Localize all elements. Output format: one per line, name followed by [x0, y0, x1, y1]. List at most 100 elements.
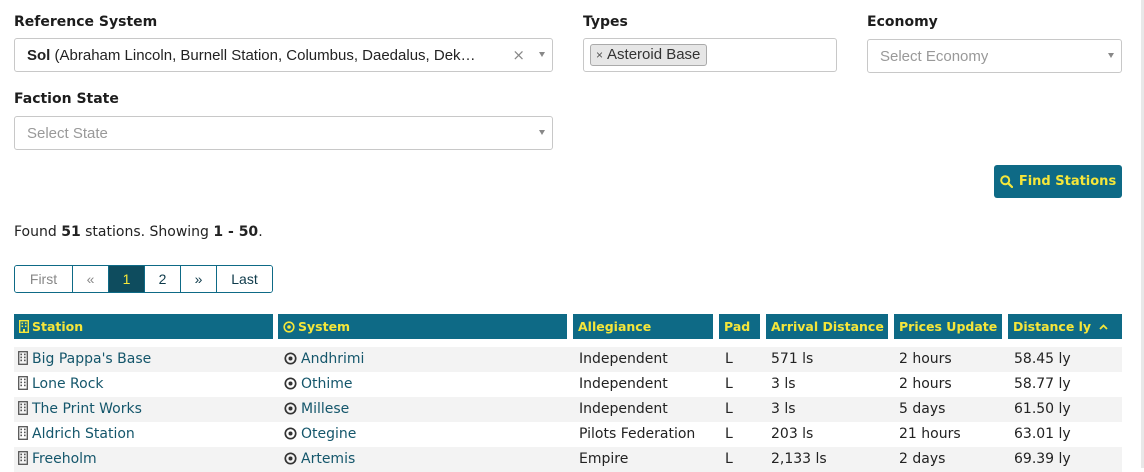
arrival-cell: 3 ls: [771, 401, 796, 417]
results-summary: Found 51 stations. Showing 1 - 50.: [14, 224, 263, 240]
pad-cell: L: [725, 351, 733, 367]
pad-cell: L: [725, 401, 733, 417]
station-name: Big Pappa's Base: [32, 351, 152, 367]
sort-asc-icon: [1099, 324, 1109, 330]
results-prefix: Found: [14, 224, 62, 240]
arrival-cell: 203 ls: [771, 426, 814, 442]
page-first[interactable]: First: [15, 266, 73, 292]
column-header-arrival-label: Arrival Distance: [771, 319, 884, 334]
economy-label: Economy: [867, 14, 938, 30]
reference-system-value: Sol (Abraham Lincoln, Burnell Station, C…: [27, 47, 517, 64]
column-header-distance[interactable]: Distance ly: [1008, 314, 1122, 339]
chevron-down-icon[interactable]: [539, 52, 545, 57]
system-name: Artemis: [301, 451, 356, 467]
system-link[interactable]: Artemis: [284, 447, 355, 472]
station-name: Freeholm: [32, 451, 97, 467]
target-icon: [284, 427, 297, 440]
economy-select[interactable]: Select Economy: [867, 39, 1122, 73]
allegiance-cell: Independent: [579, 376, 668, 392]
system-link[interactable]: Otegine: [284, 422, 356, 447]
column-header-arrival[interactable]: Arrival Distance: [766, 314, 888, 339]
results-range: 1 - 50: [213, 224, 259, 240]
station-link[interactable]: Aldrich Station: [18, 422, 135, 447]
arrival-cell: 2,133 ls: [771, 451, 827, 467]
faction-state-label: Faction State: [14, 91, 119, 107]
distance-cell: 61.50 ly: [1014, 401, 1071, 417]
column-header-prices-label: Prices Update: [899, 319, 998, 334]
column-header-allegiance-label: Allegiance: [578, 319, 652, 334]
chevron-down-icon[interactable]: [1108, 53, 1114, 58]
types-tag[interactable]: × Asteroid Base: [590, 44, 708, 66]
column-header-prices[interactable]: Prices Update: [894, 314, 1002, 339]
prices-update-cell: 2 hours: [899, 376, 952, 392]
pagination: First « 1 2 » Last: [14, 265, 273, 293]
distance-cell: 58.45 ly: [1014, 351, 1071, 367]
column-header-station[interactable]: Station: [14, 314, 273, 339]
distance-cell: 58.77 ly: [1014, 376, 1071, 392]
column-header-allegiance[interactable]: Allegiance: [573, 314, 713, 339]
find-stations-button[interactable]: Find Stations: [994, 165, 1122, 198]
system-link[interactable]: Andhrimi: [284, 347, 364, 372]
clear-selection-icon[interactable]: ×: [512, 46, 525, 64]
table-row: The Print Works Millese Independent L 3 ls 5 …: [14, 397, 1122, 422]
find-stations-label: Find Stations: [1018, 174, 1117, 189]
system-name: Andhrimi: [301, 351, 365, 367]
types-tag-label: Asteroid Base: [607, 46, 701, 63]
prices-update-cell: 21 hours: [899, 426, 961, 442]
results-middle: stations. Showing: [80, 224, 214, 240]
system-link[interactable]: Millese: [284, 397, 349, 422]
distance-cell: 63.01 ly: [1014, 426, 1071, 442]
station-link[interactable]: Lone Rock: [18, 372, 104, 397]
system-link[interactable]: Othime: [284, 372, 353, 397]
reference-system-select[interactable]: Sol (Abraham Lincoln, Burnell Station, C…: [14, 38, 553, 72]
allegiance-cell: Independent: [579, 401, 668, 417]
results-count: 51: [61, 224, 81, 240]
prices-update-cell: 2 days: [899, 451, 946, 467]
types-select[interactable]: × Asteroid Base: [583, 38, 837, 72]
station-name: Aldrich Station: [32, 426, 135, 442]
target-icon: [284, 402, 297, 415]
page-last[interactable]: Last: [217, 266, 272, 292]
building-icon: [18, 426, 28, 440]
target-icon: [283, 321, 295, 333]
page-2[interactable]: 2: [145, 266, 181, 292]
remove-tag-icon[interactable]: ×: [596, 48, 603, 62]
column-header-pad[interactable]: Pad: [719, 314, 760, 339]
column-header-pad-label: Pad: [724, 319, 751, 334]
station-link[interactable]: Freeholm: [18, 447, 97, 472]
economy-placeholder: Select Economy: [880, 48, 989, 65]
building-icon: [18, 376, 28, 390]
prices-update-cell: 5 days: [899, 401, 946, 417]
building-icon: [18, 401, 28, 415]
types-label: Types: [583, 14, 628, 30]
column-header-station-label: Station: [32, 319, 84, 334]
building-icon: [18, 351, 28, 365]
system-name: Otegine: [301, 426, 357, 442]
results-suffix: .: [258, 224, 263, 240]
page-prev[interactable]: «: [73, 266, 109, 292]
table-row: Big Pappa's Base Andhrimi Independent L 571 …: [14, 347, 1122, 372]
station-link[interactable]: The Print Works: [18, 397, 142, 422]
prices-update-cell: 2 hours: [899, 351, 952, 367]
station-name: Lone Rock: [32, 376, 104, 392]
pad-cell: L: [725, 426, 733, 442]
table-row: Aldrich Station Otegine Pilots Federation L…: [14, 422, 1122, 447]
station-link[interactable]: Big Pappa's Base: [18, 347, 151, 372]
faction-state-placeholder: Select State: [27, 125, 108, 142]
reference-system-value-secondary: (Abraham Lincoln, Burnell Station, Colum…: [50, 47, 476, 64]
page-next[interactable]: »: [181, 266, 217, 292]
column-header-system[interactable]: System: [278, 314, 567, 339]
reference-system-value-primary: Sol: [27, 47, 51, 64]
arrival-cell: 3 ls: [771, 376, 796, 392]
arrival-cell: 571 ls: [771, 351, 814, 367]
faction-state-select[interactable]: Select State: [14, 116, 553, 150]
table-row: Lone Rock Othime Independent L 3 ls 2 hours 58…: [14, 372, 1122, 397]
search-icon: [1000, 175, 1013, 188]
station-name: The Print Works: [32, 401, 142, 417]
distance-cell: 69.39 ly: [1014, 451, 1071, 467]
page-1[interactable]: 1: [109, 266, 145, 292]
allegiance-cell: Pilots Federation: [579, 426, 696, 442]
chevron-down-icon[interactable]: [539, 130, 545, 135]
system-name: Millese: [301, 401, 350, 417]
column-header-system-label: System: [298, 319, 351, 334]
